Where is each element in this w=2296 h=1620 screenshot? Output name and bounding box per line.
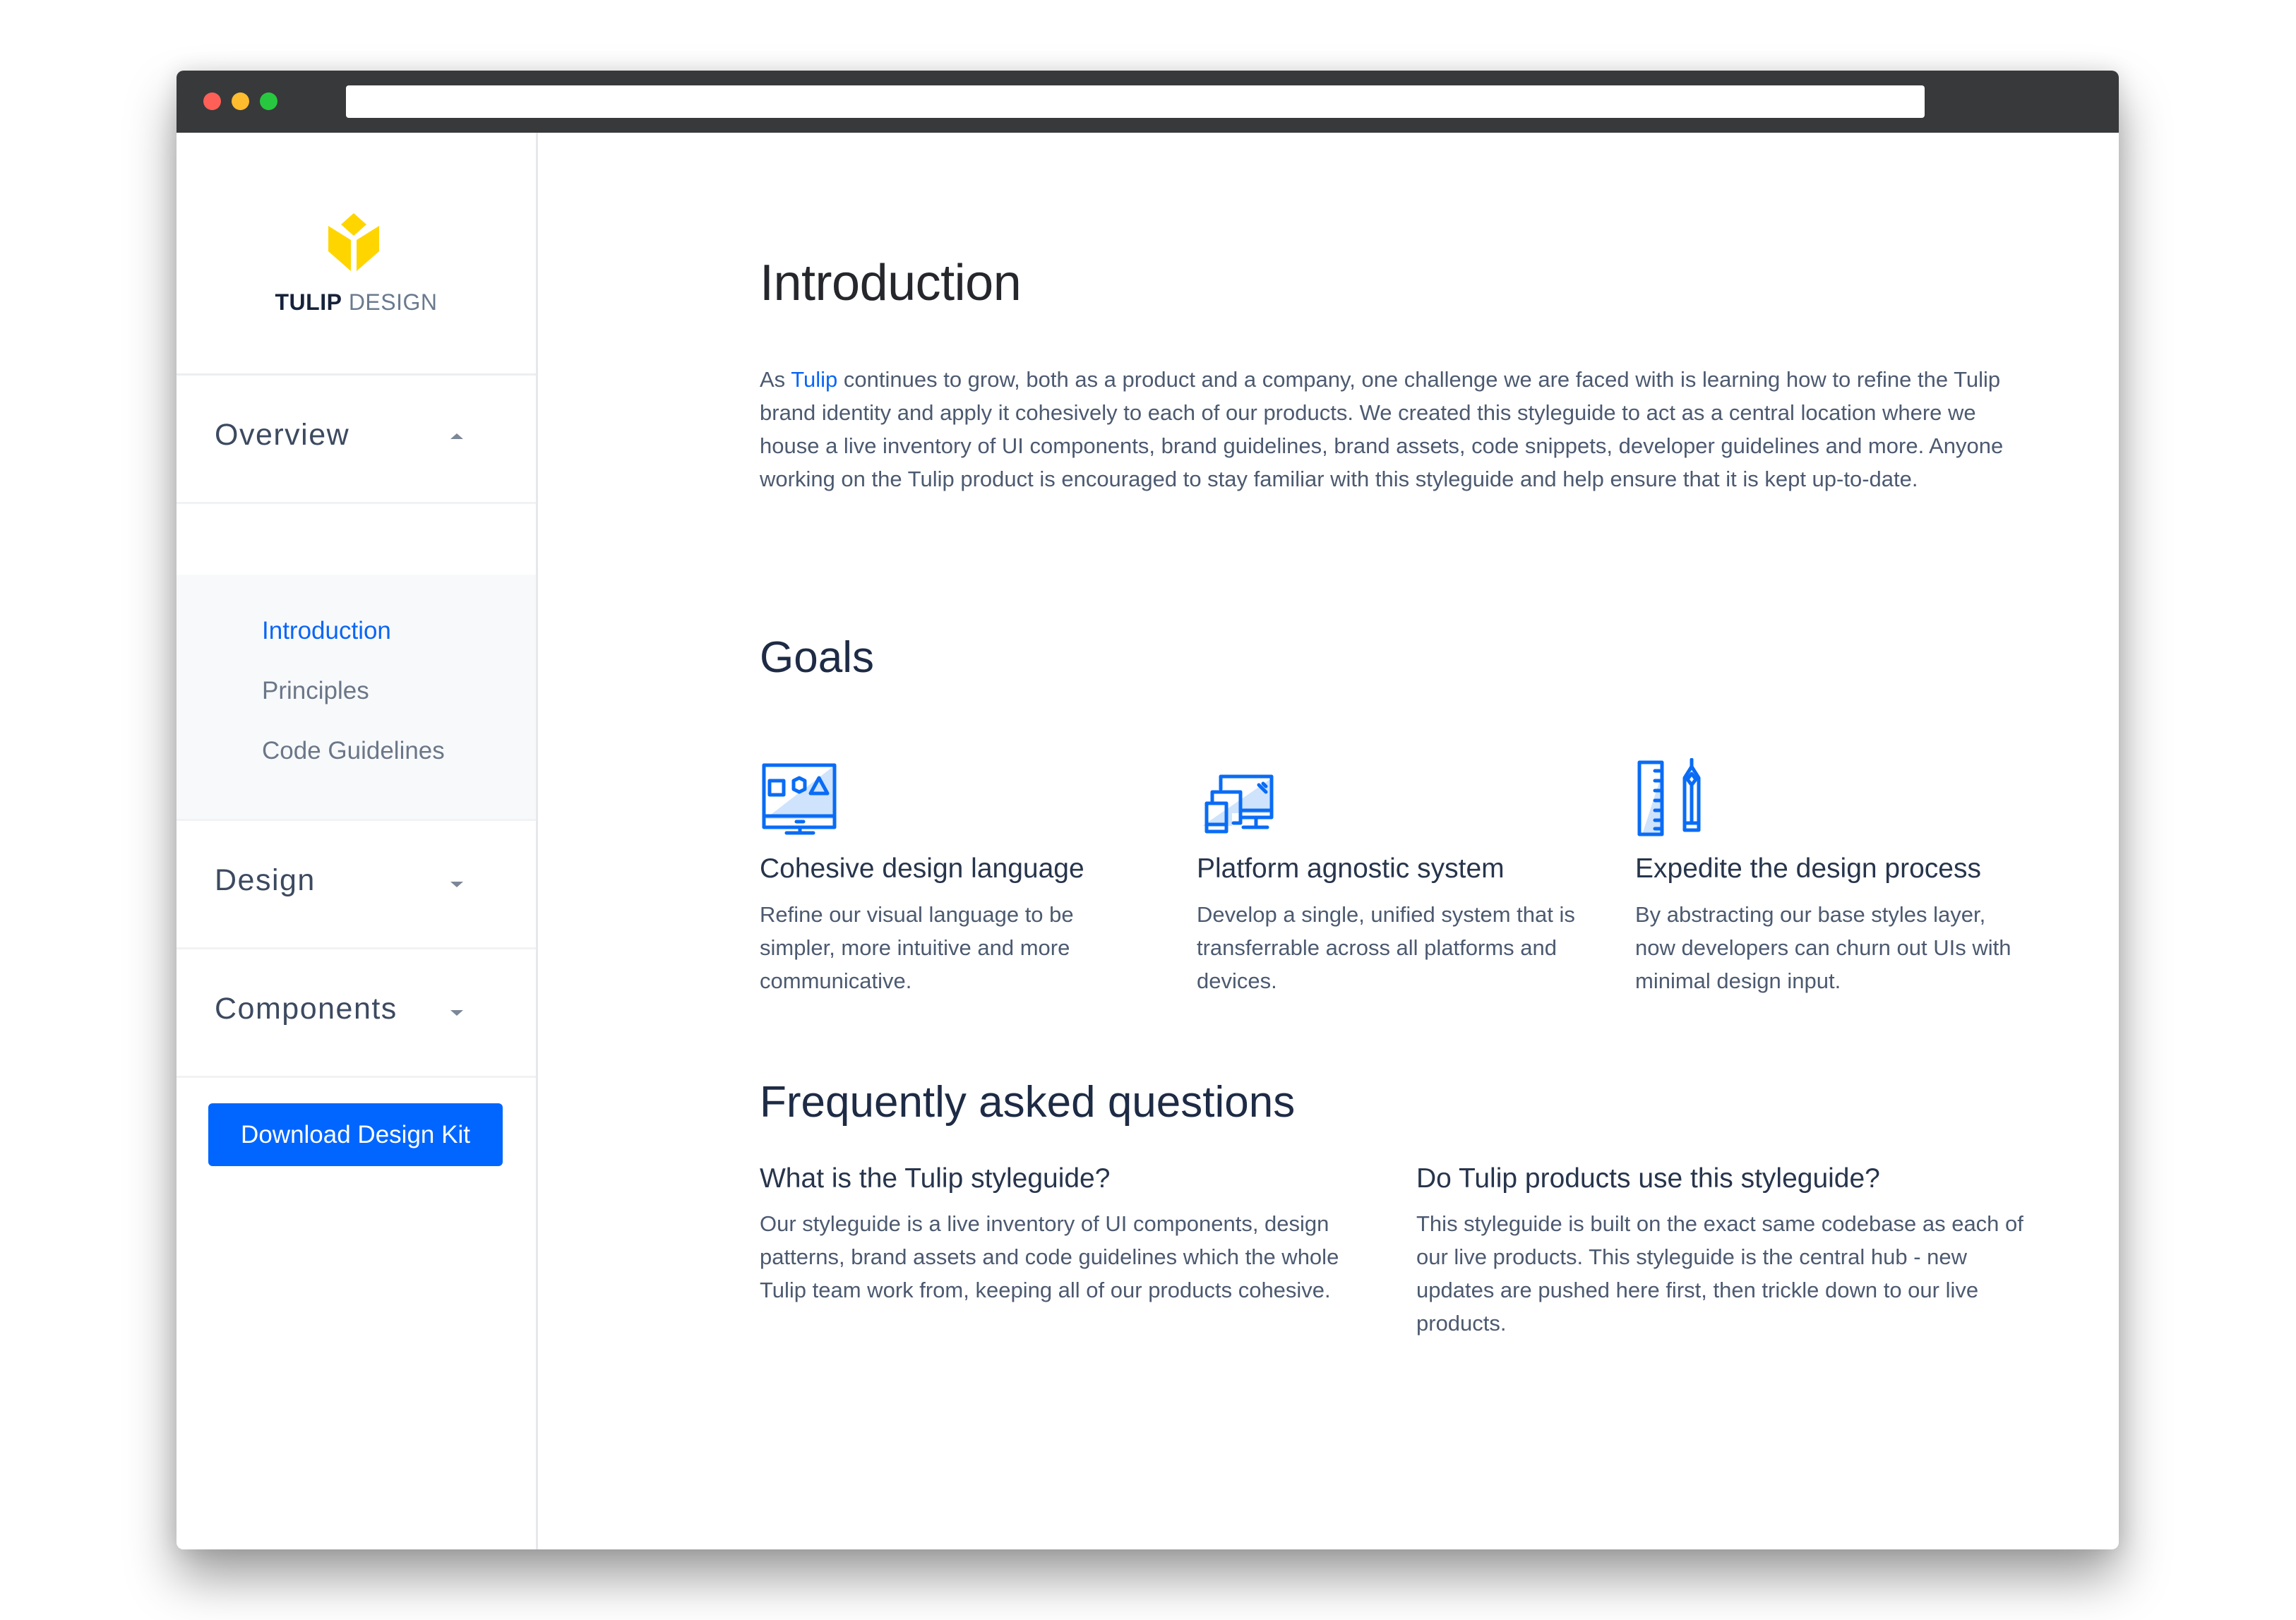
tulip-link[interactable]: Tulip: [791, 367, 837, 392]
logo-wordmark-strong: TULIP: [275, 289, 342, 315]
logo-wordmark: TULIP DESIGN: [177, 289, 536, 316]
caret-up-icon: [450, 433, 463, 439]
faq-answer: Our styleguide is a live inventory of UI…: [760, 1211, 1339, 1302]
faq-answer: This styleguide is built on the exact sa…: [1416, 1211, 2023, 1336]
faq-question: What is the Tulip styleguide?: [760, 1163, 1111, 1194]
goal-description: By abstracting our base styles layer, no…: [1635, 902, 2011, 993]
faq-heading: Frequently asked questions: [760, 1078, 1296, 1127]
goal-description: Develop a single, unified system that is…: [1197, 902, 1575, 993]
sidebar-item-code-guidelines[interactable]: Code Guidelines: [262, 737, 445, 765]
download-design-kit-button[interactable]: Download Design Kit: [208, 1103, 503, 1166]
address-bar[interactable]: [346, 85, 1925, 118]
faq-item: What is the Tulip styleguide? Our styleg…: [760, 1163, 1381, 1307]
caret-down-icon: [450, 882, 463, 887]
goal-title: Cohesive design language: [760, 853, 1084, 884]
sidebar-item-introduction[interactable]: Introduction: [262, 617, 391, 645]
overview-subnav: Introduction Principles Code Guidelines: [177, 575, 536, 821]
close-window-button[interactable]: [203, 92, 221, 110]
faq-item: Do Tulip products use this styleguide? T…: [1416, 1163, 2038, 1340]
intro-prefix: As: [760, 367, 791, 392]
sidebar-section-label: Components: [215, 992, 397, 1026]
faq-question: Do Tulip products use this styleguide?: [1416, 1163, 1880, 1194]
browser-window: TULIP DESIGN Overview Introduction Princ…: [177, 71, 2119, 1549]
goal-card: Platform agnostic system Develop a singl…: [1197, 758, 1592, 993]
sidebar-section-label: Overview: [215, 418, 350, 452]
browser-titlebar: [177, 71, 2119, 133]
sidebar-section-label: Design: [215, 863, 316, 897]
sidebar-section-design[interactable]: Design: [177, 821, 536, 949]
monitor-shapes-icon: [762, 763, 837, 835]
goal-card: Expedite the design process By abstracti…: [1635, 758, 2031, 993]
sidebar-section-components[interactable]: Components: [177, 949, 536, 1078]
caret-down-icon: [450, 1010, 463, 1016]
goals-heading: Goals: [760, 633, 874, 682]
goal-card: Cohesive design language Refine our visu…: [760, 758, 1155, 993]
intro-text: continues to grow, both as a product and…: [760, 367, 2004, 491]
tulip-logo-icon: [328, 213, 379, 271]
goal-title: Expedite the design process: [1635, 853, 1981, 884]
logo[interactable]: TULIP DESIGN: [177, 133, 536, 376]
page-title: Introduction: [760, 255, 1022, 311]
goal-description: Refine our visual language to be simpler…: [760, 902, 1074, 993]
sidebar-item-principles[interactable]: Principles: [262, 677, 369, 705]
goal-title: Platform agnostic system: [1197, 853, 1505, 884]
sidebar-section-overview[interactable]: Overview: [177, 376, 536, 504]
ruler-pencil-icon: [1637, 758, 1701, 836]
sidebar: TULIP DESIGN Overview Introduction Princ…: [177, 133, 538, 1549]
logo-wordmark-light: DESIGN: [342, 289, 438, 315]
maximize-window-button[interactable]: [260, 92, 277, 110]
devices-icon: [1202, 774, 1274, 834]
intro-paragraph: As Tulip continues to grow, both as a pr…: [760, 363, 2031, 496]
main-content: Introduction As Tulip continues to grow,…: [540, 133, 2119, 1549]
minimize-window-button[interactable]: [232, 92, 249, 110]
